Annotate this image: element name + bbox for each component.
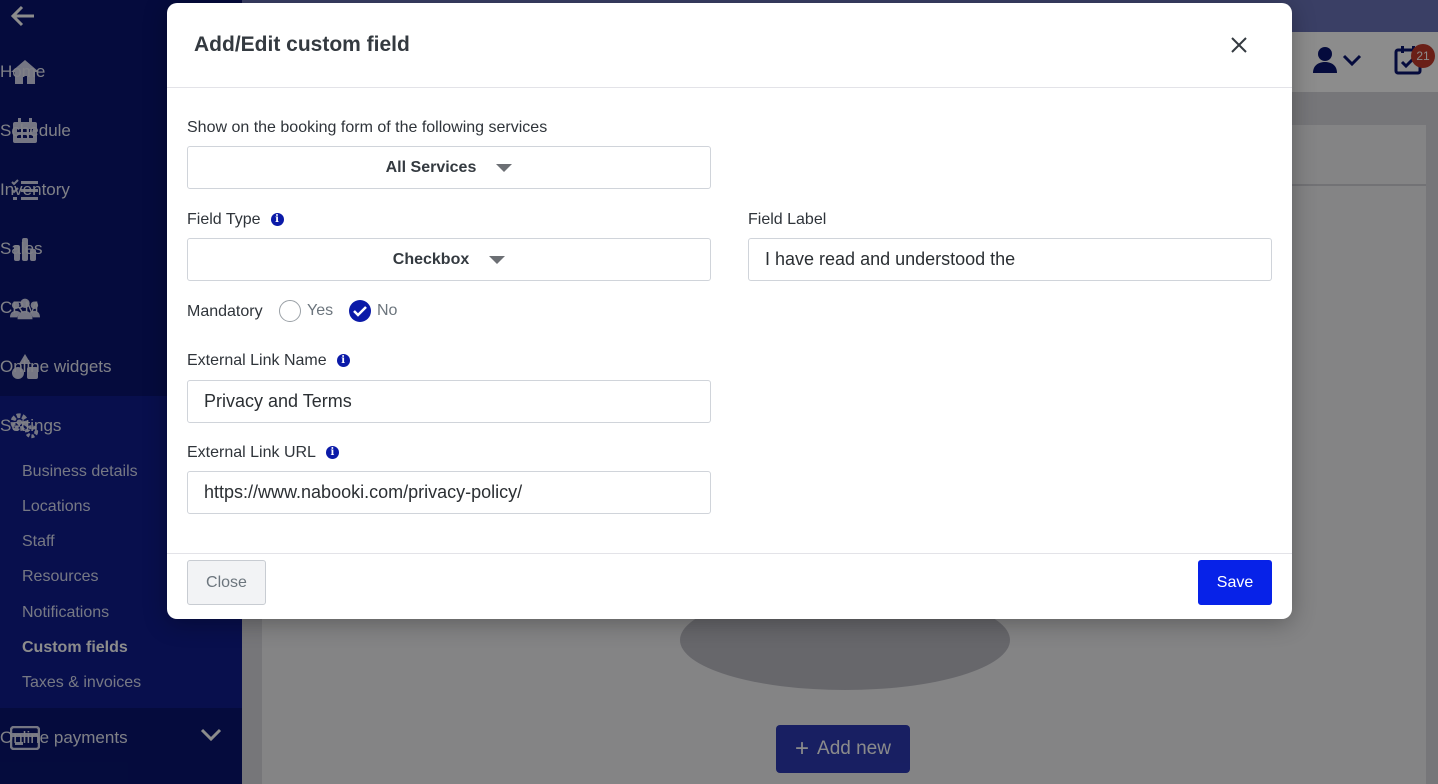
link-url-label-wrap: External Link URL i — [187, 444, 339, 462]
services-select-value: All Services — [385, 158, 477, 176]
radio-checked[interactable] — [349, 300, 371, 322]
field-type-label: Field Type — [187, 211, 261, 228]
services-select[interactable]: All Services — [187, 146, 711, 189]
info-icon[interactable]: i — [325, 446, 339, 460]
link-name-label-wrap: External Link Name i — [187, 352, 350, 370]
info-icon[interactable]: i — [336, 354, 350, 368]
field-label-input[interactable]: I have read and understood the — [748, 238, 1272, 281]
field-label-label: Field Label — [748, 211, 827, 228]
radio-unchecked[interactable] — [279, 300, 301, 322]
link-url-label: External Link URL — [187, 444, 316, 461]
caret-down-icon — [489, 255, 506, 264]
info-icon[interactable]: i — [270, 213, 284, 227]
mandatory-yes-label: Yes — [307, 302, 334, 319]
check-icon — [353, 306, 367, 317]
save-button[interactable]: Save — [1198, 560, 1272, 605]
field-type-value: Checkbox — [392, 250, 470, 268]
services-label: Show on the booking form of the followin… — [187, 119, 548, 136]
custom-field-modal: Add/Edit custom field Show on the bookin… — [167, 3, 1292, 619]
modal-footer-divider — [167, 553, 1292, 554]
modal-title: Add/Edit custom field — [194, 33, 410, 56]
link-name-input[interactable]: Privacy and Terms — [187, 380, 711, 423]
close-button[interactable]: Close — [187, 560, 266, 605]
field-type-label-wrap: Field Type i — [187, 211, 284, 229]
link-url-input[interactable]: https://www.nabooki.com/privacy-policy/ — [187, 471, 711, 514]
modal-header: Add/Edit custom field — [167, 3, 1292, 88]
close-icon[interactable] — [1227, 33, 1251, 57]
field-type-select[interactable]: Checkbox — [187, 238, 711, 281]
mandatory-no-radio[interactable]: No — [349, 300, 397, 322]
mandatory-label: Mandatory — [187, 303, 263, 320]
mandatory-no-label: No — [377, 302, 398, 319]
caret-down-icon — [496, 163, 513, 172]
mandatory-yes-radio[interactable]: Yes — [279, 300, 333, 322]
link-name-label: External Link Name — [187, 352, 327, 369]
